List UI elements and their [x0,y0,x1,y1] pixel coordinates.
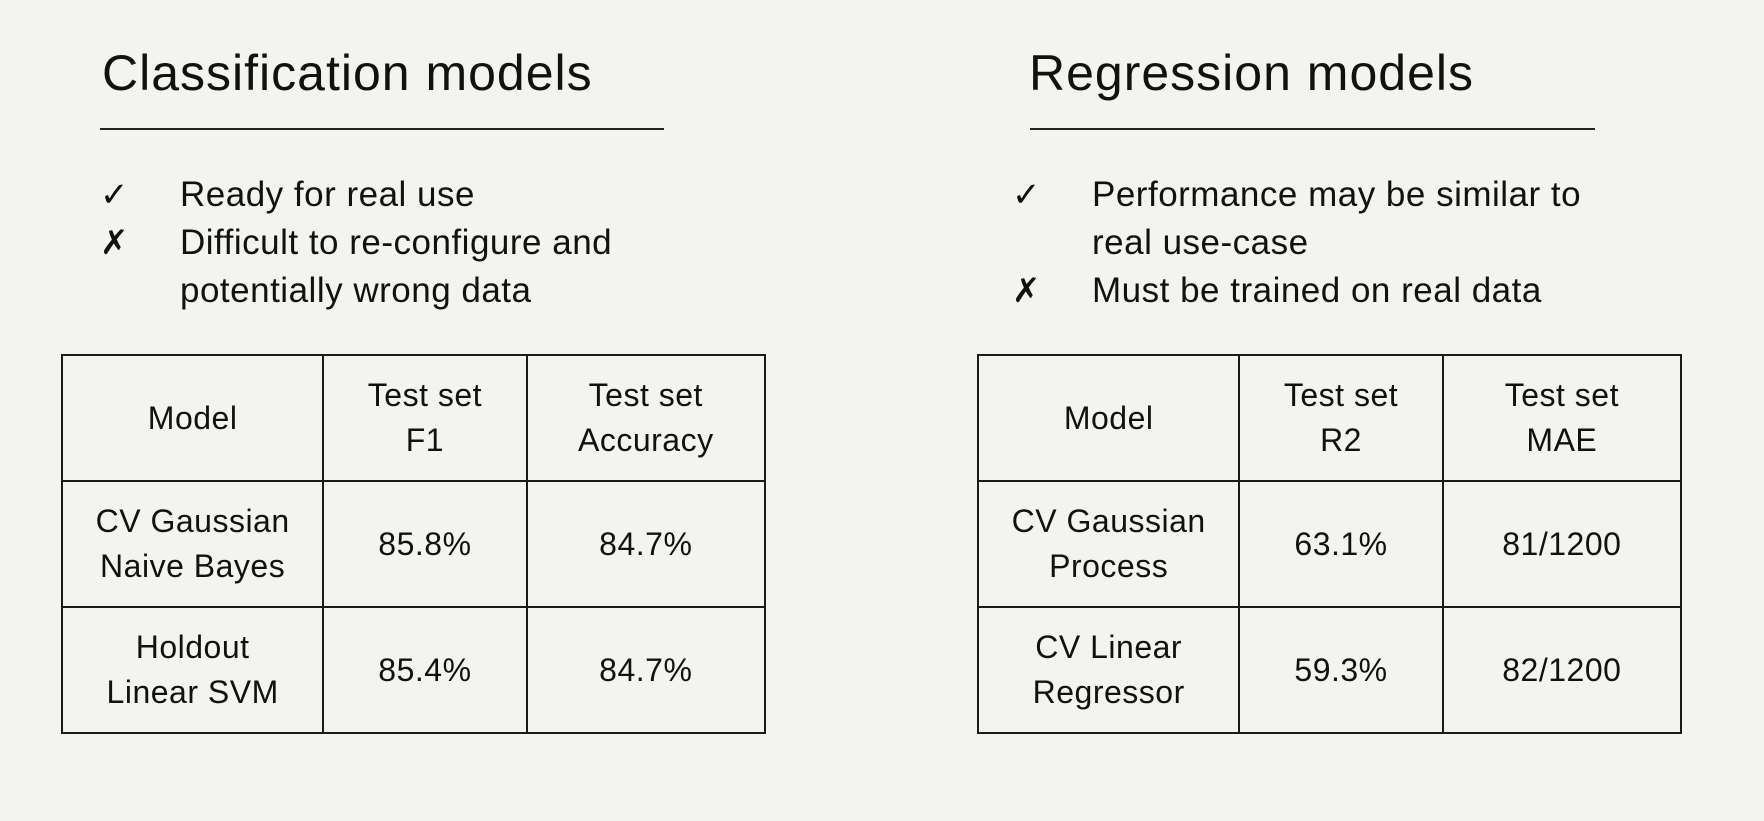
header-cell: Test set Accuracy [525,354,767,482]
model-cell: CV Gaussian Process [976,480,1241,608]
con-item: ✗ Difficult to re-configure and potentia… [100,219,612,315]
table-header-row: Model Test set R2 Test set MAE [976,354,1683,482]
con-text: Difficult to re-configure and potentiall… [180,223,613,310]
classification-title: Classification models [102,45,593,101]
regression-pros-cons: ✓ Performance may be similar to real use… [1012,171,1581,315]
cross-icon: ✗ [1012,272,1041,310]
value-cell: 82/1200 [1441,606,1683,734]
value-cell: 84.7% [525,606,767,734]
model-cell: CV Gaussian Naive Bayes [60,480,325,608]
pro-item: ✓ Ready for real use [100,171,612,219]
header-cell: Test set MAE [1441,354,1683,482]
header-cell: Test set F1 [322,354,528,482]
model-cell: Holdout Linear SVM [60,606,325,734]
classification-divider [100,128,664,130]
pro-text: Performance may be similar to real use-c… [1092,175,1582,262]
value-cell: 85.8% [322,480,528,608]
cross-icon: ✗ [100,224,129,262]
value-cell: 63.1% [1238,480,1444,608]
header-cell: Test set R2 [1238,354,1444,482]
table-row: Holdout Linear SVM 85.4% 84.7% [60,606,767,734]
regression-table: Model Test set R2 Test set MAE CV Gaussi… [976,354,1683,734]
con-item: ✗ Must be trained on real data [1012,267,1581,315]
pro-text: Ready for real use [180,175,475,214]
header-cell: Model [60,354,325,482]
check-icon: ✓ [1012,176,1041,214]
check-icon: ✓ [100,176,129,214]
con-text: Must be trained on real data [1092,271,1542,310]
value-cell: 81/1200 [1441,480,1683,608]
table-row: CV Gaussian Process 63.1% 81/1200 [976,480,1683,608]
table-header-row: Model Test set F1 Test set Accuracy [60,354,767,482]
value-cell: 85.4% [322,606,528,734]
table-row: CV Gaussian Naive Bayes 85.8% 84.7% [60,480,767,608]
regression-divider [1030,128,1595,130]
pro-item: ✓ Performance may be similar to real use… [1012,171,1581,267]
value-cell: 59.3% [1238,606,1444,734]
classification-pros-cons: ✓ Ready for real use ✗ Difficult to re-c… [100,171,612,315]
header-cell: Model [976,354,1241,482]
classification-table: Model Test set F1 Test set Accuracy CV G… [60,354,767,734]
regression-title: Regression models [1029,45,1474,101]
value-cell: 84.7% [525,480,767,608]
model-cell: CV Linear Regressor [976,606,1241,734]
table-row: CV Linear Regressor 59.3% 82/1200 [976,606,1683,734]
